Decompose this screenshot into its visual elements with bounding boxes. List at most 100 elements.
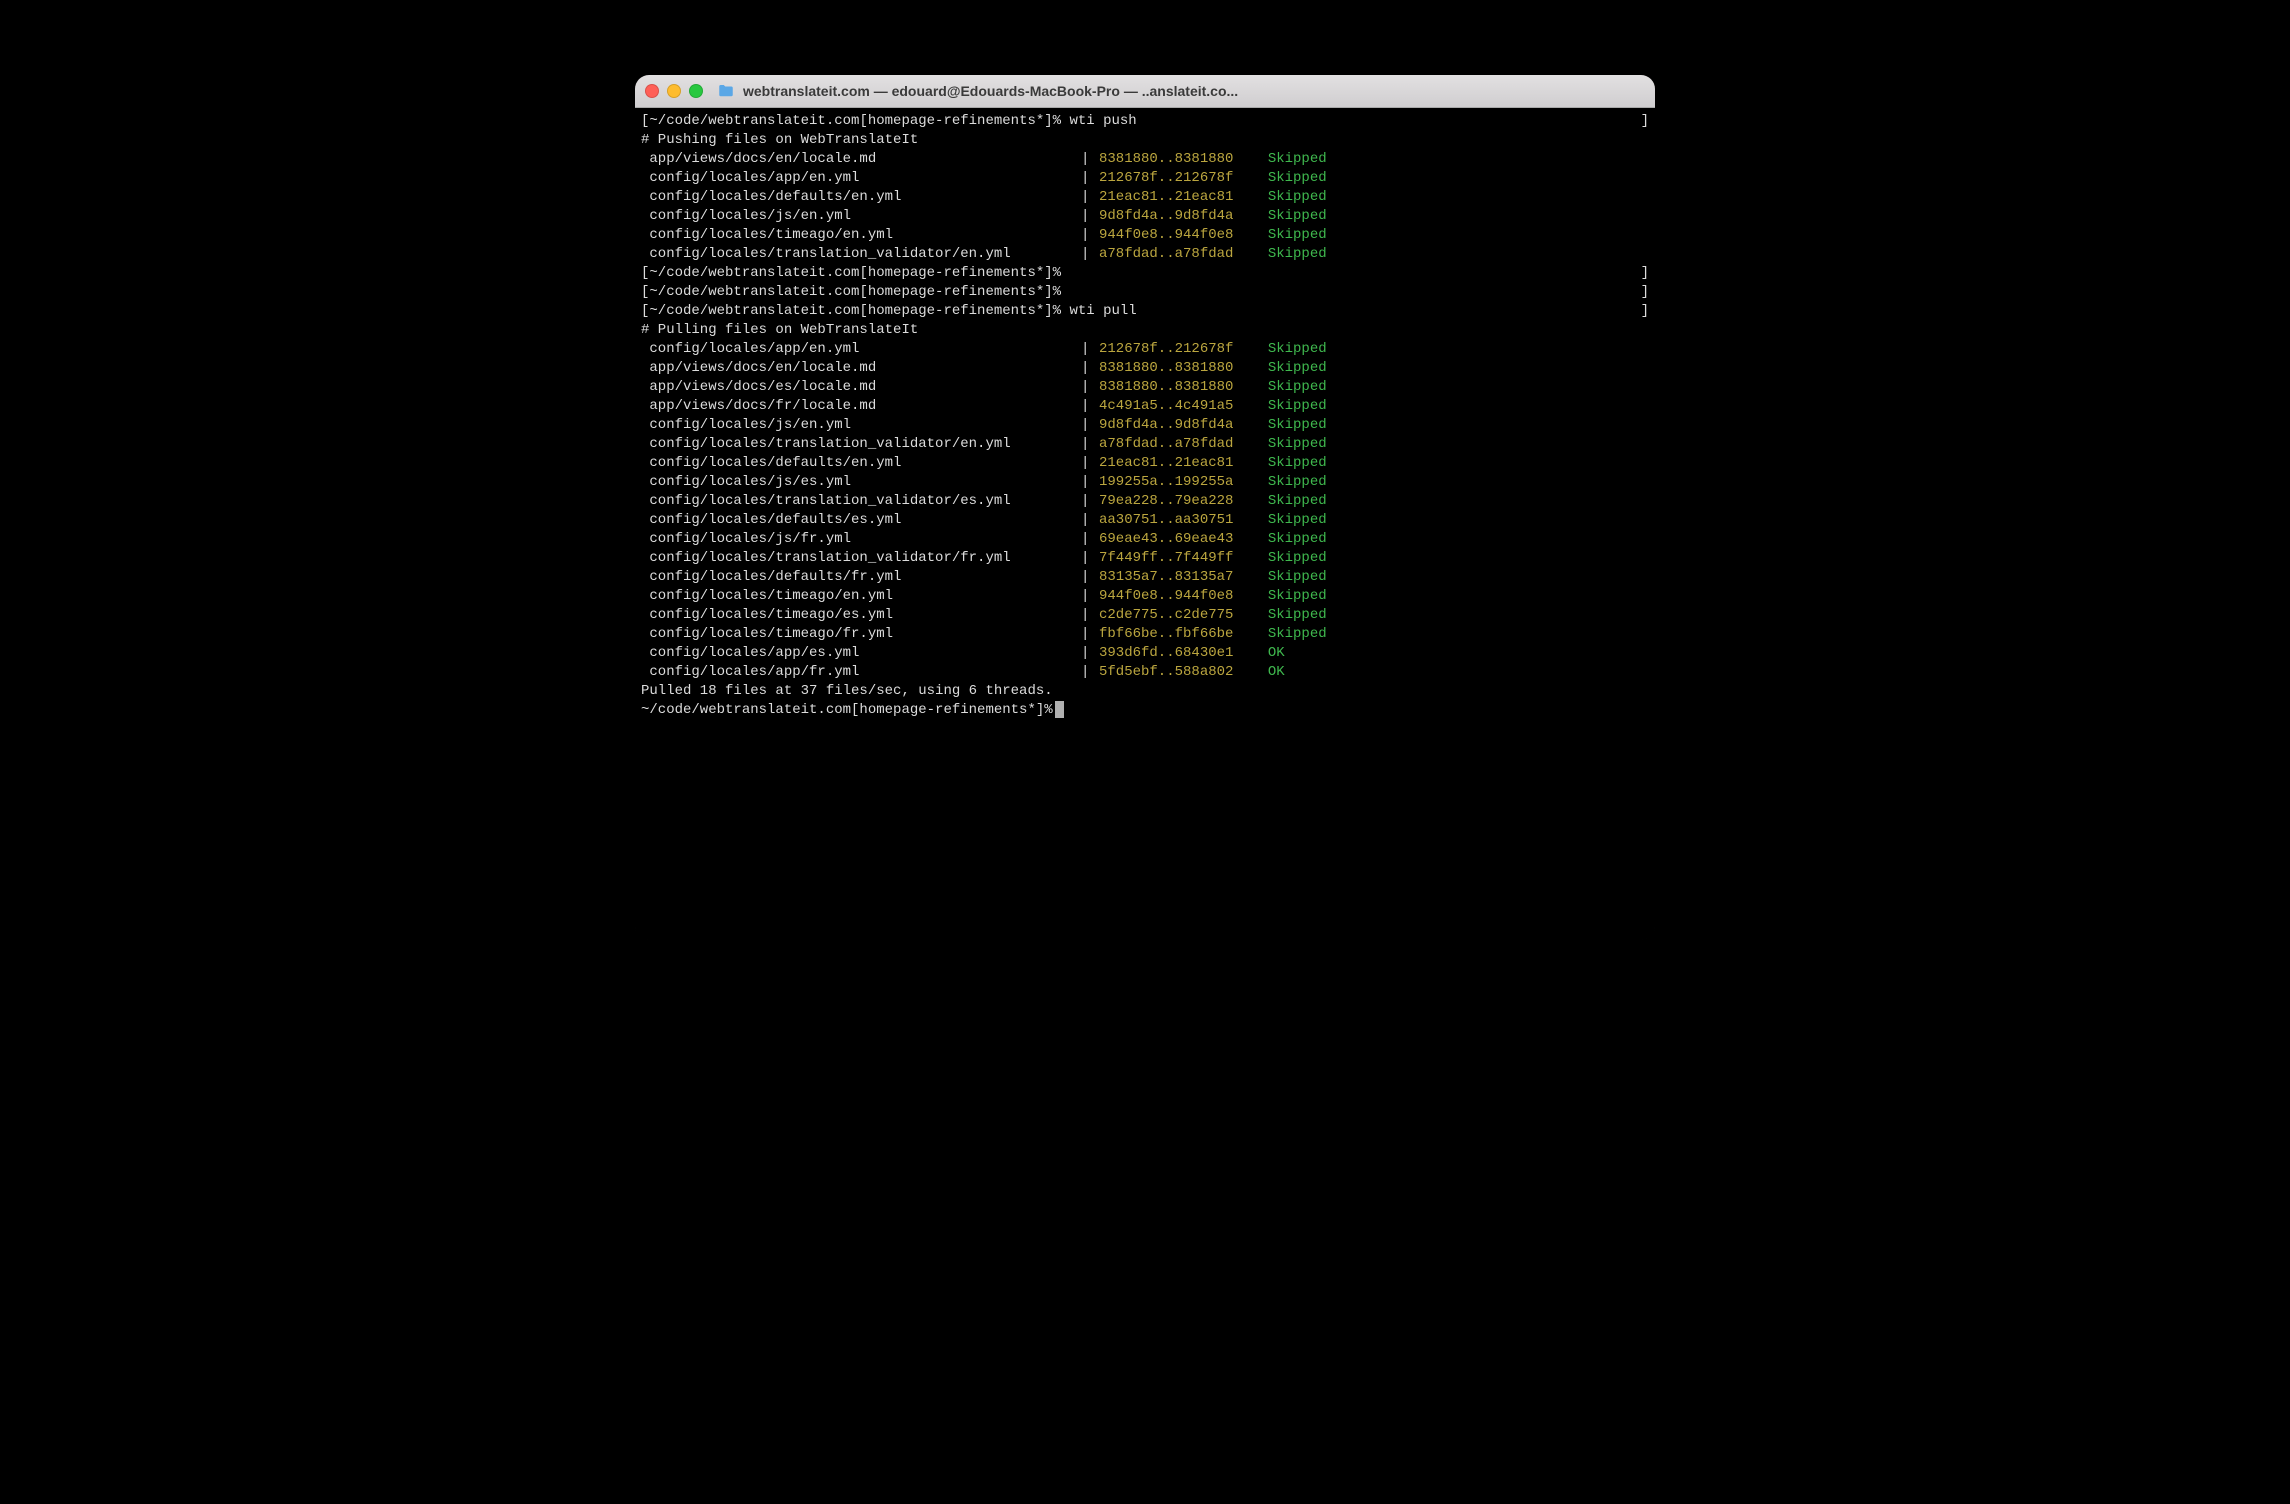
separator-pipe: | xyxy=(1081,644,1099,663)
output-row: config/locales/defaults/es.yml| aa30751.… xyxy=(641,511,1649,530)
prompt-line: [ ~/code/webtranslateit.com[homepage-ref… xyxy=(641,264,1649,283)
separator-pipe: | xyxy=(1081,397,1099,416)
minimize-icon[interactable] xyxy=(667,84,681,98)
status-label: Skipped xyxy=(1268,549,1340,568)
output-row: config/locales/js/fr.yml| 69eae43..69eae… xyxy=(641,530,1649,549)
file-path: config/locales/timeago/es.yml xyxy=(641,606,1081,625)
cursor-icon xyxy=(1055,701,1064,718)
separator-pipe: | xyxy=(1081,511,1099,530)
bracket-right: ] xyxy=(1641,112,1649,131)
separator-pipe: | xyxy=(1081,207,1099,226)
separator-pipe: | xyxy=(1081,606,1099,625)
status-label: Skipped xyxy=(1268,625,1340,644)
output-row: config/locales/js/es.yml| 199255a..19925… xyxy=(641,473,1649,492)
command-wti-pull: wti pull xyxy=(1069,303,1136,319)
status-label: Skipped xyxy=(1268,226,1340,245)
status-label: Skipped xyxy=(1268,454,1340,473)
prompt-text: ~/code/webtranslateit.com[homepage-refin… xyxy=(649,112,1640,131)
file-path: config/locales/js/en.yml xyxy=(641,207,1081,226)
summary-line: Pulled 18 files at 37 files/sec, using 6… xyxy=(641,682,1649,701)
separator-pipe: | xyxy=(1081,568,1099,587)
hash-range: a78fdad..a78fdad xyxy=(1099,435,1251,454)
hash-range: 4c491a5..4c491a5 xyxy=(1099,397,1251,416)
pull-heading: # Pulling files on WebTranslateIt xyxy=(641,321,1649,340)
prompt-line-final: ~/code/webtranslateit.com[homepage-refin… xyxy=(641,701,1649,720)
output-row: config/locales/app/fr.yml| 5fd5ebf..588a… xyxy=(641,663,1649,682)
hash-range: 79ea228..79ea228 xyxy=(1099,492,1251,511)
hash-range: 944f0e8..944f0e8 xyxy=(1099,587,1251,606)
status-label: Skipped xyxy=(1268,397,1340,416)
hash-range: 8381880..8381880 xyxy=(1099,359,1251,378)
hash-range: 8381880..8381880 xyxy=(1099,150,1251,169)
separator-pipe: | xyxy=(1081,435,1099,454)
zoom-icon[interactable] xyxy=(689,84,703,98)
status-label: Skipped xyxy=(1268,169,1340,188)
close-icon[interactable] xyxy=(645,84,659,98)
output-row: config/locales/timeago/es.yml| c2de775..… xyxy=(641,606,1649,625)
file-path: app/views/docs/fr/locale.md xyxy=(641,397,1081,416)
hash-range: 9d8fd4a..9d8fd4a xyxy=(1099,416,1251,435)
prompt-text: ~/code/webtranslateit.com[homepage-refin… xyxy=(641,701,1053,720)
separator-pipe: | xyxy=(1081,188,1099,207)
push-heading: # Pushing files on WebTranslateIt xyxy=(641,131,1649,150)
output-row: config/locales/translation_validator/es.… xyxy=(641,492,1649,511)
status-label: Skipped xyxy=(1268,150,1340,169)
separator-pipe: | xyxy=(1081,625,1099,644)
output-row: config/locales/defaults/fr.yml| 83135a7.… xyxy=(641,568,1649,587)
hash-range: 5fd5ebf..588a802 xyxy=(1099,663,1251,682)
separator-pipe: | xyxy=(1081,340,1099,359)
file-path: app/views/docs/en/locale.md xyxy=(641,150,1081,169)
separator-pipe: | xyxy=(1081,663,1099,682)
separator-pipe: | xyxy=(1081,454,1099,473)
separator-pipe: | xyxy=(1081,530,1099,549)
status-label: Skipped xyxy=(1268,245,1340,264)
status-label: Skipped xyxy=(1268,530,1340,549)
output-row: config/locales/timeago/fr.yml| fbf66be..… xyxy=(641,625,1649,644)
status-label: Skipped xyxy=(1268,340,1340,359)
hash-range: fbf66be..fbf66be xyxy=(1099,625,1251,644)
file-path: config/locales/defaults/es.yml xyxy=(641,511,1081,530)
file-path: config/locales/js/es.yml xyxy=(641,473,1081,492)
output-row: config/locales/app/en.yml| 212678f..2126… xyxy=(641,340,1649,359)
output-row: app/views/docs/en/locale.md| 8381880..83… xyxy=(641,150,1649,169)
file-path: config/locales/timeago/fr.yml xyxy=(641,625,1081,644)
separator-pipe: | xyxy=(1081,359,1099,378)
file-path: config/locales/translation_validator/fr.… xyxy=(641,549,1081,568)
file-path: config/locales/js/fr.yml xyxy=(641,530,1081,549)
separator-pipe: | xyxy=(1081,473,1099,492)
file-path: config/locales/defaults/en.yml xyxy=(641,188,1081,207)
output-row: config/locales/timeago/en.yml| 944f0e8..… xyxy=(641,226,1649,245)
separator-pipe: | xyxy=(1081,245,1099,264)
output-row: config/locales/translation_validator/fr.… xyxy=(641,549,1649,568)
status-label: Skipped xyxy=(1268,606,1340,625)
separator-pipe: | xyxy=(1081,416,1099,435)
hash-range: 9d8fd4a..9d8fd4a xyxy=(1099,207,1251,226)
separator-pipe: | xyxy=(1081,549,1099,568)
file-path: config/locales/js/en.yml xyxy=(641,416,1081,435)
output-row: config/locales/translation_validator/en.… xyxy=(641,435,1649,454)
prompt-line: [ ~/code/webtranslateit.com[homepage-ref… xyxy=(641,112,1649,131)
hash-range: a78fdad..a78fdad xyxy=(1099,245,1251,264)
prompt-line: [ ~/code/webtranslateit.com[homepage-ref… xyxy=(641,283,1649,302)
hash-range: c2de775..c2de775 xyxy=(1099,606,1251,625)
status-label: Skipped xyxy=(1268,435,1340,454)
hash-range: 21eac81..21eac81 xyxy=(1099,454,1251,473)
titlebar: webtranslateit.com — edouard@Edouards-Ma… xyxy=(635,75,1655,108)
status-label: Skipped xyxy=(1268,473,1340,492)
prompt-line: [ ~/code/webtranslateit.com[homepage-ref… xyxy=(641,302,1649,321)
hash-range: 944f0e8..944f0e8 xyxy=(1099,226,1251,245)
output-row: config/locales/defaults/en.yml| 21eac81.… xyxy=(641,454,1649,473)
output-row: app/views/docs/fr/locale.md| 4c491a5..4c… xyxy=(641,397,1649,416)
hash-range: 83135a7..83135a7 xyxy=(1099,568,1251,587)
separator-pipe: | xyxy=(1081,378,1099,397)
file-path: config/locales/translation_validator/en.… xyxy=(641,435,1081,454)
status-label: Skipped xyxy=(1268,359,1340,378)
output-row: config/locales/js/en.yml| 9d8fd4a..9d8fd… xyxy=(641,207,1649,226)
hash-range: 7f449ff..7f449ff xyxy=(1099,549,1251,568)
status-label: Skipped xyxy=(1268,492,1340,511)
status-label: OK xyxy=(1268,644,1340,663)
hash-range: 199255a..199255a xyxy=(1099,473,1251,492)
terminal-body[interactable]: [ ~/code/webtranslateit.com[homepage-ref… xyxy=(635,108,1655,940)
hash-range: 212678f..212678f xyxy=(1099,340,1251,359)
separator-pipe: | xyxy=(1081,150,1099,169)
